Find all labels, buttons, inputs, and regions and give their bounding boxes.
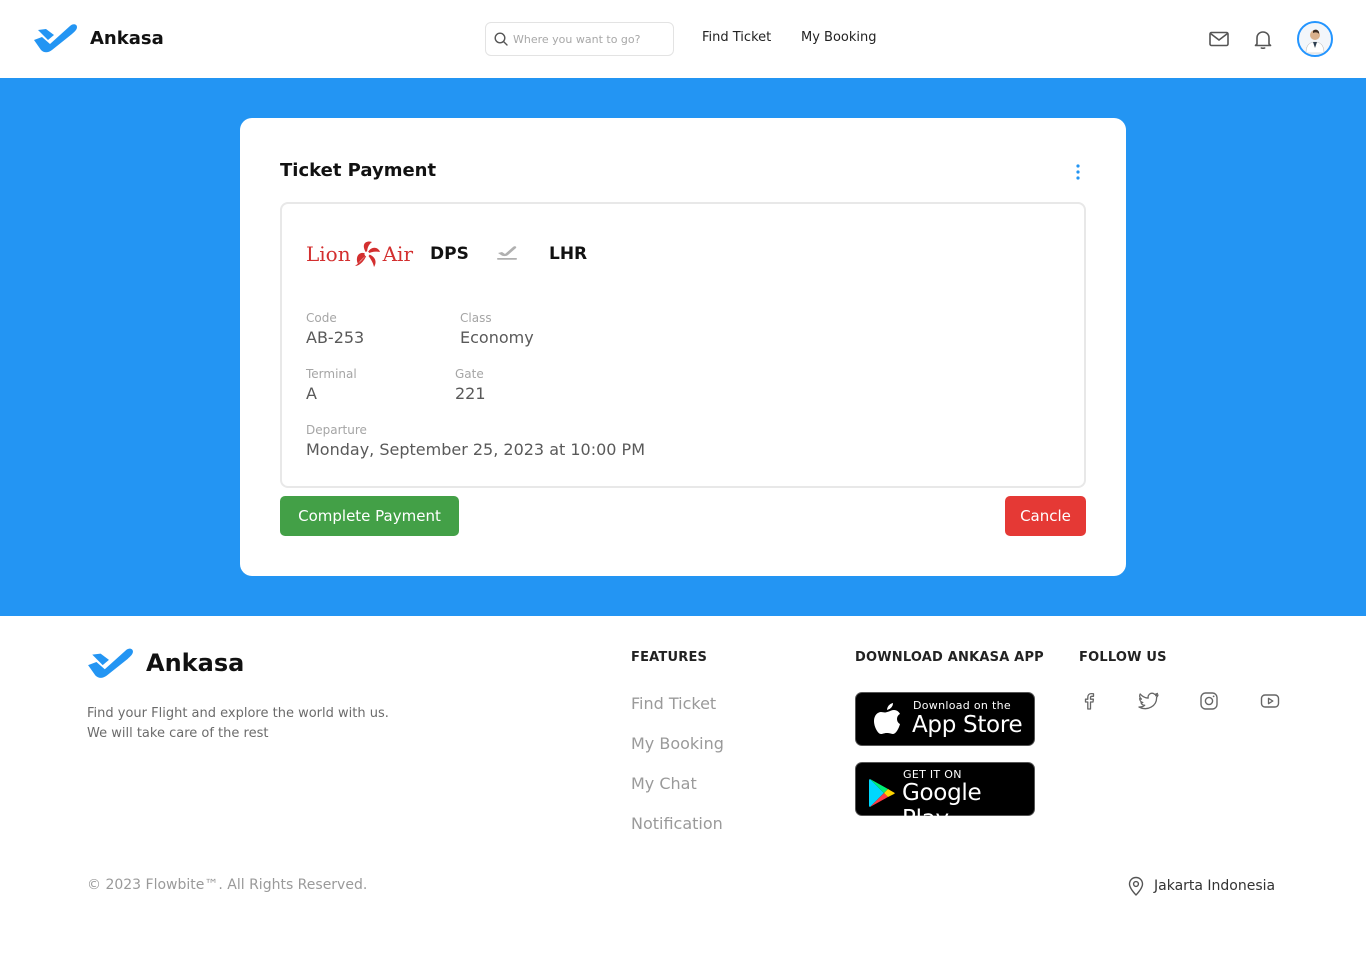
departure-value: Monday, September 25, 2023 at 10:00 PM: [306, 440, 646, 459]
app-store-small-text: Download on the: [913, 699, 1011, 712]
brand-name: Ankasa: [90, 27, 164, 49]
top-header: Ankasa Find Ticket My Booking: [0, 0, 1366, 78]
footer-link-my-booking[interactable]: My Booking: [631, 734, 724, 753]
more-options-icon[interactable]: [1070, 163, 1086, 181]
code-label: Code: [306, 311, 337, 325]
footer-brand-logo[interactable]: Ankasa: [86, 646, 244, 680]
apple-icon: [874, 703, 900, 734]
cancel-button[interactable]: Cancle: [1005, 496, 1086, 536]
user-avatar-icon: [1305, 29, 1325, 54]
app-store-badge[interactable]: Download on the App Store: [855, 692, 1035, 746]
app-store-big-text: App Store: [912, 712, 1023, 738]
footer-description: Find your Flight and explore the world w…: [87, 706, 389, 741]
download-title: DOWNLOAD ANKASA APP: [855, 650, 1044, 665]
brand-logo[interactable]: Ankasa: [32, 22, 164, 54]
lion-emblem-icon: [354, 241, 380, 267]
class-value: Economy: [460, 328, 534, 347]
google-play-icon: [869, 779, 895, 807]
gate-label: Gate: [455, 367, 484, 381]
airline-name-part2: Air: [382, 242, 414, 266]
search-input[interactable]: [513, 32, 663, 46]
follow-title: FOLLOW US: [1079, 650, 1167, 665]
youtube-icon[interactable]: [1259, 690, 1281, 712]
footer-brand-name: Ankasa: [146, 649, 245, 677]
card-title: Ticket Payment: [280, 160, 437, 181]
location-text: Jakarta Indonesia: [1154, 878, 1276, 894]
copyright-text: © 2023 Flowbite™. All Rights Reserved.: [87, 877, 368, 893]
google-play-big-text: Google Play: [902, 780, 982, 832]
complete-payment-button[interactable]: Complete Payment: [280, 496, 459, 536]
terminal-value: A: [306, 384, 317, 403]
twitter-icon[interactable]: [1138, 690, 1160, 712]
ticket-payment-card: Ticket Payment Lion Air DPS LHR Code AB-…: [240, 118, 1126, 576]
class-label: Class: [460, 311, 492, 325]
airline-name-part1: Lion: [306, 242, 351, 266]
terminal-label: Terminal: [306, 367, 357, 381]
nav-my-booking[interactable]: My Booking: [801, 30, 877, 45]
airplane-route-icon: [497, 246, 517, 260]
footer-link-my-chat[interactable]: My Chat: [631, 774, 697, 793]
features-title: FEATURES: [631, 650, 708, 665]
search-box[interactable]: [485, 22, 674, 56]
footer-link-find-ticket[interactable]: Find Ticket: [631, 694, 716, 713]
avatar[interactable]: [1297, 21, 1333, 57]
search-icon: [494, 32, 508, 46]
google-play-badge[interactable]: GET IT ON Google Play: [855, 762, 1035, 832]
nav-find-ticket[interactable]: Find Ticket: [702, 30, 771, 45]
location: Jakarta Indonesia: [1127, 876, 1275, 896]
destination-code: LHR: [549, 244, 588, 264]
plane-logo-icon: [34, 24, 77, 53]
plane-logo-icon: [88, 648, 133, 678]
mail-icon[interactable]: [1208, 28, 1230, 50]
gate-value: 221: [455, 384, 486, 403]
instagram-icon[interactable]: [1198, 690, 1220, 712]
map-pin-icon: [1128, 876, 1144, 896]
origin-code: DPS: [430, 244, 469, 264]
airline-logo: Lion Air: [306, 238, 413, 270]
bell-icon[interactable]: [1252, 28, 1274, 50]
departure-label: Departure: [306, 423, 367, 437]
facebook-icon[interactable]: [1078, 690, 1100, 712]
code-value: AB-253: [306, 328, 365, 347]
footer-link-notification[interactable]: Notification: [631, 814, 723, 833]
ticket-details: Lion Air DPS LHR Code AB-253 Class Econo…: [280, 202, 1086, 488]
